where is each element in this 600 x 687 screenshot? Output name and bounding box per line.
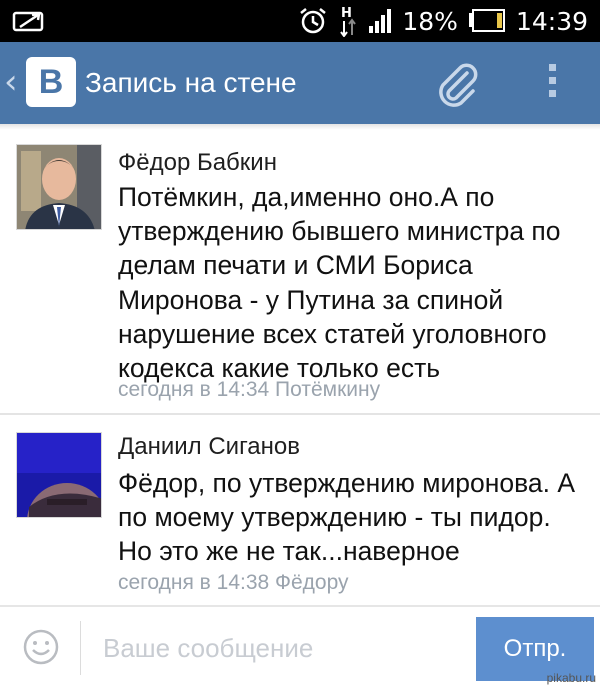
clock-time: 14:39 bbox=[515, 6, 588, 36]
comment-line: делам печати и СМИ Бориса bbox=[118, 250, 473, 281]
comment-text: Фёдор, по утверждению миронова. А по мое… bbox=[118, 466, 588, 569]
comment-line: Миронова - у Путина за спиной bbox=[118, 284, 504, 315]
app-header: ‹ B Запись на стене bbox=[0, 42, 600, 124]
overflow-menu-icon[interactable] bbox=[545, 64, 559, 102]
data-transfer-icon: H bbox=[340, 6, 357, 37]
comment-meta[interactable]: сегодня в 14:34 Потёмкину bbox=[118, 378, 380, 402]
composer-divider bbox=[80, 621, 81, 675]
watermark: pikabu.ru bbox=[546, 671, 596, 685]
comment-divider bbox=[0, 413, 600, 415]
header-shadow bbox=[0, 124, 600, 130]
message-composer: Отпр. pikabu.ru bbox=[0, 605, 600, 687]
comment-line: Потёмкин, да,именно оно.А по bbox=[118, 182, 495, 212]
comment-item: Даниил Сиганов Фёдор, по утверждению мир… bbox=[0, 420, 600, 600]
comment-text: Потёмкин, да,именно оно.А по утверждению… bbox=[118, 180, 588, 385]
comment-author[interactable]: Фёдор Бабкин bbox=[118, 149, 277, 177]
smiley-icon[interactable] bbox=[22, 628, 60, 666]
comment-author[interactable]: Даниил Сиганов bbox=[118, 433, 300, 461]
comment-line: нарушение всех статей уголовного bbox=[118, 318, 547, 349]
vk-logo[interactable]: B bbox=[26, 57, 76, 107]
comment-meta[interactable]: сегодня в 14:38 Фёдору bbox=[118, 571, 349, 595]
message-input[interactable] bbox=[95, 621, 465, 675]
back-chevron-icon[interactable]: ‹ bbox=[4, 62, 18, 102]
page-title: Запись на стене bbox=[85, 67, 297, 98]
signal-strength-icon bbox=[369, 9, 392, 33]
comment-line: утверждению бывшего министра по bbox=[118, 216, 561, 247]
battery-percent: 18% bbox=[402, 6, 458, 36]
comment-item: Фёдор Бабкин Потёмкин, да,именно оно.А п… bbox=[0, 140, 600, 405]
notification-icon bbox=[12, 11, 44, 32]
battery-icon bbox=[468, 9, 505, 32]
status-bar: H 18% 14:39 bbox=[0, 0, 600, 42]
comment-line: Но это же не так...наверное bbox=[118, 536, 460, 567]
paperclip-icon[interactable] bbox=[433, 59, 481, 107]
comment-line: по моему утверждению - ты пидор. bbox=[118, 502, 551, 533]
avatar[interactable] bbox=[16, 144, 102, 230]
network-type-label: H bbox=[341, 6, 352, 21]
avatar[interactable] bbox=[16, 432, 102, 518]
comment-line: Фёдор, по утверждению миронова. А bbox=[118, 468, 576, 498]
alarm-clock-icon bbox=[300, 8, 327, 34]
